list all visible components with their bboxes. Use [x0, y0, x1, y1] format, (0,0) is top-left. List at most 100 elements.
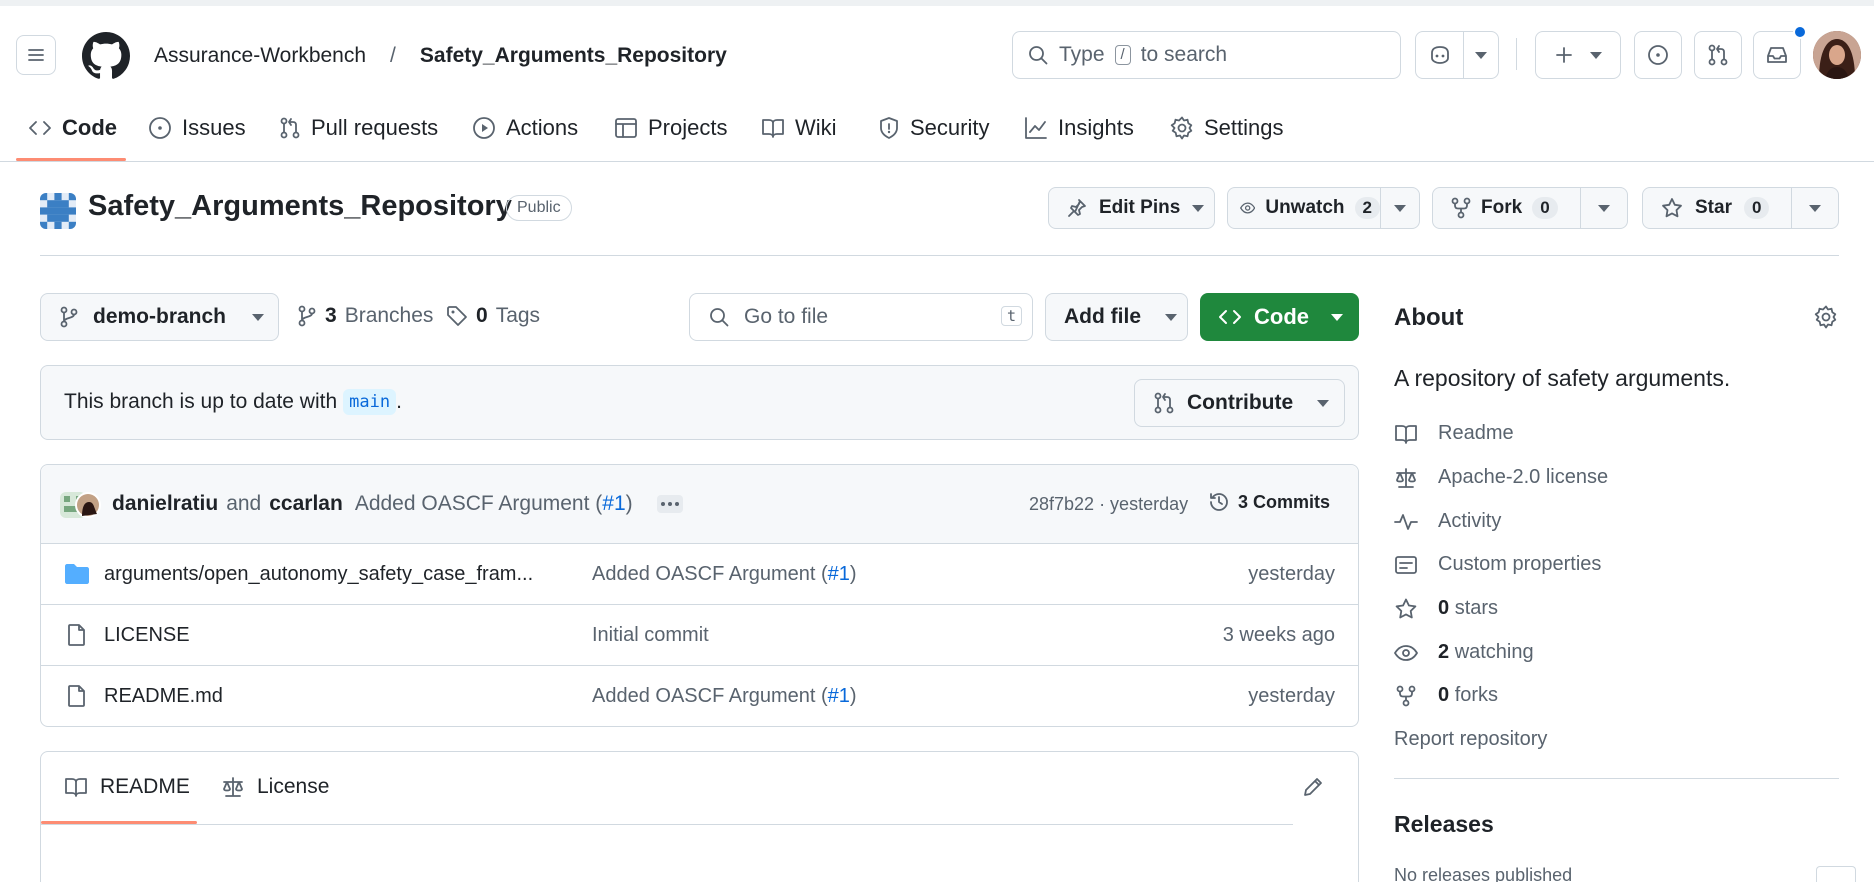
tab-settings-label: Settings — [1204, 115, 1284, 140]
star-button[interactable]: Star 0 — [1642, 187, 1839, 229]
tab-pull-requests-label: Pull requests — [311, 115, 439, 140]
base-branch-label[interactable]: main — [343, 389, 397, 415]
fork-dropdown[interactable] — [1581, 204, 1627, 212]
file-row[interactable]: README.md Added OASCF Argument (#1) yest… — [40, 665, 1359, 726]
branches-count: 3 — [325, 304, 337, 327]
commit-hash-time[interactable]: 28f7b22 · yesterday — [1029, 494, 1188, 515]
tab-pull-requests[interactable]: Pull requests — [279, 108, 438, 148]
tab-actions[interactable]: Actions — [472, 108, 578, 148]
about-settings-button[interactable] — [1814, 305, 1838, 329]
commit-author-1[interactable]: danielratiu — [112, 492, 218, 516]
file-name[interactable]: LICENSE — [104, 624, 190, 647]
issues-button[interactable] — [1634, 31, 1682, 79]
commit-message-text: Added OASCF Argument ( — [354, 492, 603, 515]
tab-settings[interactable]: Settings — [1170, 108, 1284, 148]
search-shortcut-key: / — [1114, 45, 1131, 65]
copilot-button[interactable] — [1415, 31, 1499, 79]
commit-message-close: ) — [625, 492, 633, 515]
custom-properties-link[interactable]: Custom properties — [1394, 553, 1601, 576]
tab-security[interactable]: Security — [878, 108, 989, 148]
tab-insights[interactable]: Insights — [1024, 108, 1134, 148]
custom-properties-label: Custom properties — [1438, 553, 1602, 575]
commit-avatars[interactable] — [60, 490, 102, 520]
file-row[interactable]: arguments/open_autonomy_safety_case_fram… — [40, 543, 1359, 604]
commits-link[interactable]: 3 Commits — [1208, 491, 1330, 513]
copilot-dropdown[interactable] — [1464, 51, 1498, 59]
pull-requests-button[interactable] — [1694, 31, 1742, 79]
license-tab[interactable]: License — [221, 775, 329, 799]
add-file-label: Add file — [1064, 305, 1141, 328]
tab-projects-label: Projects — [648, 115, 728, 140]
code-button[interactable]: Code — [1200, 293, 1359, 341]
pin-icon — [1068, 199, 1086, 217]
star-count: 0 — [1743, 197, 1770, 219]
chevron-down-icon — [1165, 313, 1177, 321]
tags-link[interactable]: 0 Tags — [446, 304, 540, 328]
forks-link[interactable]: 0 forks — [1394, 684, 1498, 707]
tab-code[interactable]: Code — [28, 108, 117, 148]
watch-count: 2 — [1354, 197, 1380, 219]
search-icon — [1029, 46, 1048, 65]
branch-select[interactable]: demo-branch — [40, 293, 279, 341]
file-commit-close: ) — [849, 684, 857, 707]
issue-icon — [149, 117, 171, 139]
inbox-button[interactable] — [1753, 25, 1807, 79]
commit-pr-link[interactable]: #1 — [602, 492, 625, 515]
edit-readme-button[interactable] — [1302, 776, 1324, 798]
breadcrumb-owner[interactable]: Assurance-Workbench — [154, 44, 366, 68]
repo-title[interactable]: Safety_Arguments_Repository — [88, 190, 512, 223]
branch-status-prefix: This branch is up to date with — [64, 390, 338, 413]
commit-author-2[interactable]: ccarlan — [269, 492, 343, 516]
add-file-button[interactable]: Add file — [1045, 293, 1188, 341]
tab-projects[interactable]: Projects — [614, 108, 727, 148]
unwatch-button[interactable]: Unwatch 2 — [1227, 187, 1420, 229]
watch-dropdown[interactable] — [1381, 204, 1419, 212]
activity-link-label: Activity — [1438, 510, 1502, 532]
report-repository-link[interactable]: Report repository — [1394, 728, 1547, 751]
watching-link[interactable]: 2 watching — [1394, 641, 1534, 664]
file-commit-pr-link[interactable]: #1 — [828, 563, 850, 585]
commit-message[interactable]: Added OASCF Argument (#1) — [355, 492, 633, 516]
pulse-icon — [1394, 513, 1418, 530]
menu-button[interactable] — [16, 35, 56, 75]
file-commit-pr-link[interactable]: #1 — [828, 685, 850, 707]
avatar[interactable] — [1813, 31, 1861, 79]
tab-issues[interactable]: Issues — [148, 108, 246, 148]
ellipsis-button[interactable] — [656, 495, 683, 513]
file-commit-message[interactable]: Added OASCF Argument (#1) — [592, 563, 857, 586]
breadcrumb-repo[interactable]: Safety_Arguments_Repository — [420, 44, 727, 68]
file-commit-message[interactable]: Added OASCF Argument (#1) — [592, 685, 857, 708]
readme-tab[interactable]: README — [64, 775, 190, 799]
create-new-button[interactable] — [1535, 31, 1621, 79]
goto-file-input[interactable]: Go to file t — [689, 293, 1033, 341]
edit-pins-button[interactable]: Edit Pins — [1048, 187, 1215, 229]
commit-info: danielratiu and ccarlan Added OASCF Argu… — [112, 492, 683, 516]
readme-link[interactable]: Readme — [1394, 422, 1514, 445]
tab-code-label: Code — [62, 115, 117, 140]
fork-count: 0 — [1532, 197, 1558, 219]
note-icon — [1395, 555, 1417, 574]
github-logo[interactable] — [82, 32, 130, 80]
tab-security-label: Security — [910, 115, 990, 140]
file-row[interactable]: LICENSE Initial commit 3 weeks ago — [40, 604, 1359, 665]
fork-button[interactable]: Fork 0 — [1432, 187, 1628, 229]
graph-icon — [1025, 117, 1047, 139]
branches-link[interactable]: 3 Branches — [297, 304, 433, 328]
file-commit-message[interactable]: Initial commit — [592, 624, 709, 647]
star-label: Star — [1695, 197, 1732, 218]
scroll-to-top-button[interactable] — [1816, 866, 1856, 882]
file-name[interactable]: arguments/open_autonomy_safety_case_fram… — [104, 563, 533, 586]
stars-link[interactable]: 0 stars — [1394, 597, 1498, 620]
releases-title[interactable]: Releases — [1394, 811, 1494, 838]
chevron-down-icon — [1394, 204, 1406, 212]
about-description: A repository of safety arguments. — [1394, 365, 1731, 391]
file-name[interactable]: README.md — [104, 685, 223, 708]
tab-wiki[interactable]: Wiki — [761, 108, 837, 148]
branch-status-text: This branch is up to date with main . — [64, 389, 402, 415]
license-link[interactable]: Apache-2.0 license — [1394, 466, 1608, 489]
star-dropdown[interactable] — [1792, 204, 1838, 212]
search-input[interactable]: Type / to search — [1012, 31, 1401, 79]
contribute-button[interactable]: Contribute — [1134, 379, 1345, 427]
search-suffix: to search — [1140, 43, 1228, 66]
activity-link[interactable]: Activity — [1394, 510, 1501, 533]
